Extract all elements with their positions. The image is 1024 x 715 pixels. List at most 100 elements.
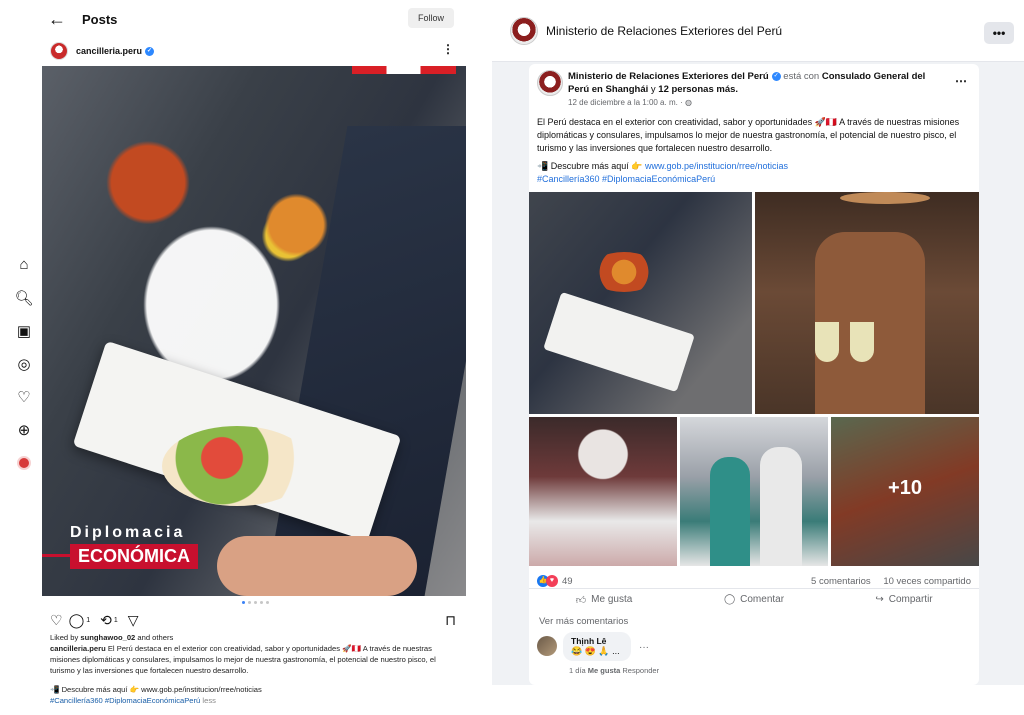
carousel-dot[interactable] — [254, 601, 257, 604]
thumbs-up-icon: 👍︎ — [575, 594, 587, 606]
comment-button[interactable]: ◯ Comentar — [679, 589, 829, 610]
photo-hand — [217, 536, 417, 596]
comment-author[interactable]: Thịnh Lê — [571, 636, 623, 646]
fb-post-card: Ministerio de Relaciones Exteriores del … — [529, 64, 979, 685]
photo-food — [162, 426, 312, 506]
image-overlay-subtitle: ECONÓMICA — [70, 544, 198, 569]
post-more-icon[interactable]: ⋯ — [955, 74, 967, 88]
post-actions: 👍︎ Me gusta ◯ Comentar ↪ Compartir — [529, 588, 979, 610]
comment-text: 😂 😍 🙏 ... — [571, 646, 620, 656]
more-options-icon[interactable]: ⋮ — [442, 42, 454, 56]
carousel-dot[interactable] — [260, 601, 263, 604]
verified-icon: ✓ — [771, 71, 781, 81]
ig-caption: Liked by sunghawoo_02 and others cancill… — [50, 632, 460, 706]
post-meta: Ministerio de Relaciones Exteriores del … — [568, 70, 938, 109]
repost-count: 1 — [113, 617, 118, 624]
page-title: Posts — [82, 11, 118, 27]
repost-icon[interactable]: ⟲ — [100, 612, 112, 629]
more-photos-count: +10 — [888, 477, 922, 499]
ig-account-row: cancilleria.peru ✓ ⋮ — [42, 38, 466, 64]
ig-header: ← Posts Follow — [42, 0, 466, 38]
home-icon[interactable]: ⌂ — [10, 248, 38, 281]
carousel-dot[interactable] — [266, 601, 269, 604]
verified-icon: ✓ — [145, 47, 155, 57]
page-avatar[interactable] — [510, 16, 538, 45]
reaction-count[interactable]: 49 — [562, 576, 573, 587]
comments-count[interactable]: 5 comentarios — [811, 576, 871, 587]
photo-tile[interactable] — [529, 417, 677, 566]
photo-tile[interactable] — [755, 192, 979, 414]
like-heart-icon[interactable]: ♡ — [50, 612, 63, 629]
share-icon[interactable]: ▽ — [128, 612, 139, 629]
instagram-post-panel: ← Posts Follow cancilleria.peru ✓ ⋮ Diplo… — [42, 0, 466, 715]
follow-button[interactable]: Follow — [407, 8, 454, 28]
comment-count: 1 — [86, 617, 91, 624]
liked-by-user[interactable]: sunghawoo_02 — [80, 633, 135, 642]
comment-icon[interactable]: ◯ — [69, 612, 85, 629]
like-button[interactable]: 👍︎ Me gusta — [529, 589, 679, 610]
glass-shape — [815, 322, 839, 362]
caption-hashtags-line: #Cancillería360 #DiplomaciaEconómicaPerú… — [50, 695, 460, 706]
love-reaction-icon: ♥ — [546, 575, 558, 587]
create-icon[interactable]: ⊕ — [10, 413, 38, 446]
search-icon[interactable]: 🔍︎ — [10, 281, 38, 314]
less-link[interactable]: less — [202, 696, 216, 705]
back-arrow-icon[interactable]: ← — [42, 9, 72, 30]
comment-reply[interactable]: Responder — [622, 666, 659, 675]
reels-icon[interactable]: ▣ — [10, 314, 38, 347]
liked-by-line: Liked by sunghawoo_02 and others — [50, 633, 174, 642]
comment-bubble-icon: ◯ — [723, 594, 736, 605]
avatar[interactable] — [537, 70, 563, 96]
post-text: El Perú destaca en el exterior con creat… — [537, 117, 960, 153]
ig-action-bar: ♡ ◯ 1 ⟲ 1 ▽ — [50, 612, 139, 629]
comment-more-icon[interactable]: ··· — [639, 642, 649, 653]
peru-flag-strip — [352, 66, 456, 74]
ig-side-rail: ⌂ 🔍︎ ▣ ◎ ♡ ⊕ — [10, 248, 38, 479]
post-link-line: 📲 Descubre más aquí 👉 www.gob.pe/institu… — [537, 161, 789, 171]
red-accent-line — [42, 554, 70, 557]
page-name[interactable]: Ministerio de Relaciones Exteriores del … — [546, 24, 782, 38]
heart-icon[interactable]: ♡ — [10, 380, 38, 413]
engagement-counts: 5 comentarios 10 veces compartido — [811, 576, 971, 587]
photo-tile-more[interactable]: +10 — [831, 417, 979, 566]
post-image[interactable]: Diplomacia ECONÓMICA — [42, 66, 466, 596]
more-options-button[interactable]: ••• — [984, 22, 1014, 44]
bookmark-icon[interactable]: ⊓ — [445, 612, 456, 629]
carousel-dots — [242, 601, 269, 604]
caption-text: cancilleria.peru El Perú destaca en el e… — [50, 644, 436, 675]
avatar[interactable] — [537, 636, 557, 656]
carousel-dot[interactable] — [248, 601, 251, 604]
carousel-dot[interactable] — [242, 601, 245, 604]
caption-hashtags[interactable]: #Cancillería360 #DiplomaciaEconómicaPerú — [50, 696, 200, 705]
view-more-comments[interactable]: Ver más comentarios — [539, 616, 628, 627]
messenger-icon[interactable]: ◎ — [10, 347, 38, 380]
share-button[interactable]: ↪ Compartir — [829, 589, 979, 610]
glass-shape — [850, 322, 874, 362]
post-header: Ministerio de Relaciones Exteriores del … — [529, 64, 979, 110]
share-arrow-icon: ↪ — [875, 594, 884, 605]
shares-count[interactable]: 10 veces compartido — [883, 576, 971, 587]
tagged-others[interactable]: 12 personas más. — [658, 84, 738, 95]
post-author[interactable]: Ministerio de Relaciones Exteriores del … — [568, 71, 769, 82]
photo-grid: +10 — [529, 192, 979, 566]
fb-topbar: Ministerio de Relaciones Exteriores del … — [492, 0, 1024, 62]
comment: Thịnh Lê 😂 😍 🙏 ... ··· 1 día Me gusta Re… — [537, 632, 967, 682]
globe-icon: ◍ — [684, 98, 692, 107]
comment-footer: 1 día Me gusta Responder — [569, 666, 659, 675]
photo-tile[interactable] — [680, 417, 828, 566]
caption-author[interactable]: cancilleria.peru — [50, 644, 106, 653]
post-link[interactable]: www.gob.pe/institucion/rree/noticias — [645, 161, 788, 171]
image-overlay-title: Diplomacia — [70, 524, 186, 541]
avatar[interactable] — [50, 42, 68, 60]
photo-tile[interactable] — [529, 192, 752, 414]
profile-avatar[interactable] — [10, 446, 38, 479]
post-date[interactable]: 12 de diciembre a la 1:00 a. m. · ◍ — [568, 96, 938, 109]
caption-link-line[interactable]: 📲 Descubre más aquí 👉 www.gob.pe/institu… — [50, 684, 460, 695]
post-body: El Perú destaca en el exterior con creat… — [529, 110, 979, 186]
account-handle[interactable]: cancilleria.peru ✓ — [76, 46, 155, 57]
comment-bubble: Thịnh Lê 😂 😍 🙏 ... — [563, 632, 631, 661]
comment-like[interactable]: Me gusta — [588, 666, 621, 675]
comment-time[interactable]: 1 día — [569, 666, 586, 675]
post-hashtags[interactable]: #Cancillería360 #DiplomaciaEconómicaPerú — [537, 173, 971, 186]
facebook-post-panel: Ministerio de Relaciones Exteriores del … — [492, 0, 1024, 685]
